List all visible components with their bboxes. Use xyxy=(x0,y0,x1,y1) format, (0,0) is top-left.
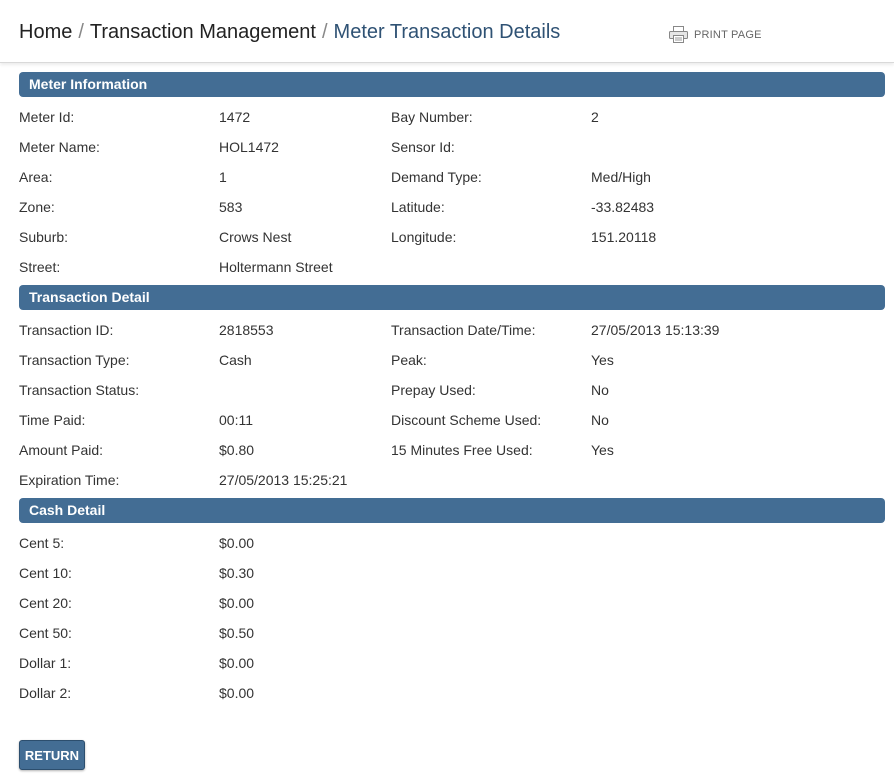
section-cash-detail: Cash Detail xyxy=(19,498,885,523)
field-value: Med/High xyxy=(591,169,651,185)
section-transaction-detail: Transaction Detail xyxy=(19,285,885,310)
field-value: Holtermann Street xyxy=(219,259,333,275)
field-label: Peak: xyxy=(391,352,427,368)
field-label: Bay Number: xyxy=(391,109,473,125)
field-label: Area: xyxy=(19,169,53,185)
breadcrumb-home[interactable]: Home xyxy=(19,21,72,43)
field-label: Demand Type: xyxy=(391,169,482,185)
field-value: $0.00 xyxy=(219,655,255,671)
field-value: HOL1472 xyxy=(219,139,279,155)
field-value: $0.00 xyxy=(219,595,255,611)
field-label: Transaction Type: xyxy=(19,352,130,368)
field-label: Expiration Time: xyxy=(19,472,120,488)
field-label: Dollar 2: xyxy=(19,685,72,701)
field-label: Cent 20: xyxy=(19,595,72,611)
field-value: $0.30 xyxy=(219,565,255,581)
field-label: Cent 5: xyxy=(19,535,65,551)
return-button[interactable]: RETURN xyxy=(19,740,85,770)
field-label: Meter Id: xyxy=(19,109,75,125)
breadcrumb-separator: / xyxy=(78,21,84,43)
field-label: Transaction ID: xyxy=(19,322,114,338)
breadcrumb-separator: / xyxy=(321,21,328,43)
field-value: 583 xyxy=(219,199,243,215)
field-value: 2818553 xyxy=(219,322,274,338)
field-value: $0.00 xyxy=(219,685,255,701)
field-label: Prepay Used: xyxy=(391,382,476,398)
field-value: 1472 xyxy=(219,109,251,125)
field-label: Latitude: xyxy=(391,199,445,215)
field-value: Crows Nest xyxy=(219,229,292,245)
field-value: No xyxy=(591,412,609,428)
field-label: Street: xyxy=(19,259,61,275)
field-label: Transaction Status: xyxy=(19,382,140,398)
field-value: $0.50 xyxy=(219,625,255,641)
field-value: -33.82483 xyxy=(591,199,655,215)
breadcrumb-current: Meter Transaction Details xyxy=(333,21,561,43)
field-value: 00:11 xyxy=(219,412,253,428)
field-value: Yes xyxy=(591,442,614,458)
field-label: Cent 10: xyxy=(19,565,72,581)
printer-icon xyxy=(669,26,688,43)
field-value: 27/05/2013 15:25:21 xyxy=(219,472,348,488)
field-value: 27/05/2013 15:13:39 xyxy=(591,322,720,338)
field-value: 151.20118 xyxy=(591,229,657,245)
field-value: 2 xyxy=(591,109,599,125)
field-label: Meter Name: xyxy=(19,139,100,155)
field-label: Zone: xyxy=(19,199,55,215)
field-value: Yes xyxy=(591,352,614,368)
field-label: 15 Minutes Free Used: xyxy=(391,442,533,458)
breadcrumb-transaction-management[interactable]: Transaction Management xyxy=(90,21,316,43)
field-label: Transaction Date/Time: xyxy=(391,322,536,338)
field-label: Suburb: xyxy=(19,229,69,245)
page-header: Home / Transaction Management / Meter Transa… xyxy=(0,0,894,63)
field-label: Time Paid: xyxy=(19,412,86,428)
section-meter-information: Meter Information xyxy=(19,72,885,97)
field-value: $0.80 xyxy=(219,442,255,458)
field-label: Amount Paid: xyxy=(19,442,104,458)
field-value: Cash xyxy=(219,352,252,368)
print-page-label: PRINT PAGE xyxy=(694,28,762,41)
field-value: No xyxy=(591,382,609,398)
print-page-link[interactable]: PRINT PAGE xyxy=(669,26,762,43)
field-value: 1 xyxy=(219,169,227,185)
field-label: Discount Scheme Used: xyxy=(391,412,542,428)
field-label: Longitude: xyxy=(391,229,457,245)
field-value: $0.00 xyxy=(219,535,255,551)
field-label: Cent 50: xyxy=(19,625,72,641)
field-label: Dollar 1: xyxy=(19,655,72,671)
field-label: Sensor Id: xyxy=(391,139,455,155)
breadcrumb: Home / Transaction Management / Meter Transa… xyxy=(19,20,560,44)
